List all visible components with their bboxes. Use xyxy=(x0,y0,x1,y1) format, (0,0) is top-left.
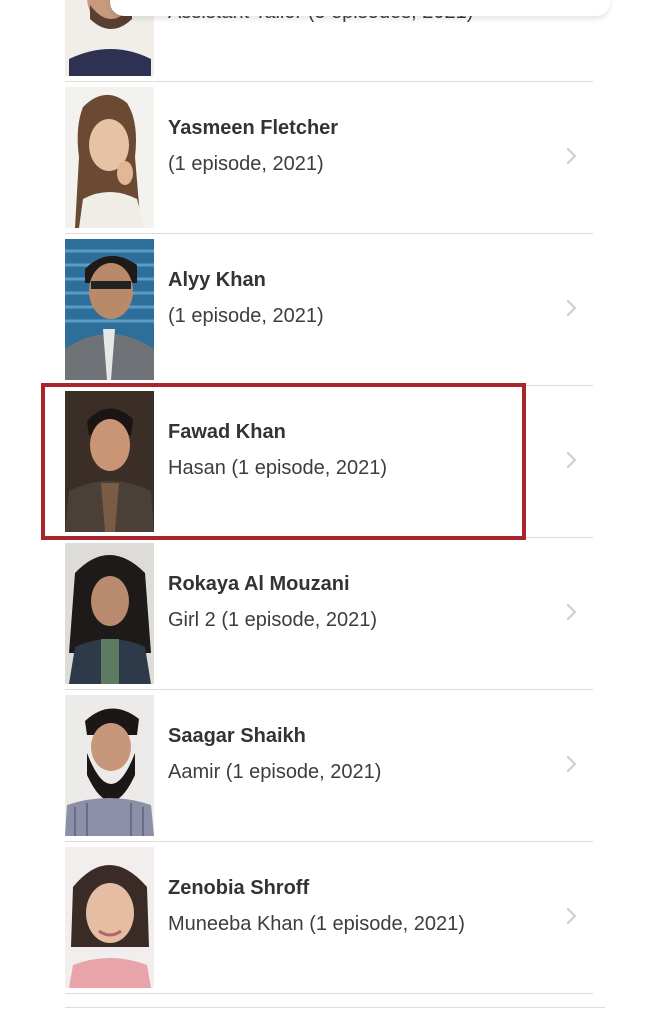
cast-list: Assistant Tailor (3 episodes, 2021) Yasm… xyxy=(65,0,593,994)
cast-role: (1 episode, 2021) xyxy=(168,153,324,175)
person-portrait-icon xyxy=(65,391,154,532)
cast-photo xyxy=(65,239,154,380)
cast-text: Rokaya Al Mouzani Girl 2 (1 episode, 202… xyxy=(168,538,548,690)
top-search-bar-edge xyxy=(110,0,610,16)
cast-name: Rokaya Al Mouzani xyxy=(168,573,350,595)
cast-text: Zenobia Shroff Muneeba Khan (1 episode, … xyxy=(168,842,548,994)
cast-role: Girl 2 (1 episode, 2021) xyxy=(168,609,378,631)
cast-row[interactable]: Alyy Khan (1 episode, 2021) xyxy=(65,234,593,386)
cast-photo xyxy=(65,391,154,532)
cast-name: Yasmeen Fletcher xyxy=(168,117,339,139)
cast-row[interactable]: Yasmeen Fletcher (1 episode, 2021) xyxy=(65,82,593,234)
cast-photo xyxy=(65,695,154,836)
cast-role: Aamir (1 episode, 2021) xyxy=(168,761,382,783)
person-portrait-icon xyxy=(65,239,154,380)
cast-row[interactable]: Saagar Shaikh Aamir (1 episode, 2021) xyxy=(65,690,593,842)
chevron-right-icon[interactable] xyxy=(565,754,579,774)
cast-name: Alyy Khan xyxy=(168,269,266,291)
chevron-right-icon[interactable] xyxy=(565,906,579,926)
cast-row-highlighted[interactable]: Fawad Khan Hasan (1 episode, 2021) xyxy=(65,386,593,538)
person-portrait-icon xyxy=(65,543,154,684)
cast-photo xyxy=(65,543,154,684)
cast-row[interactable]: Rokaya Al Mouzani Girl 2 (1 episode, 202… xyxy=(65,538,593,690)
cast-text: Yasmeen Fletcher (1 episode, 2021) xyxy=(168,82,548,234)
chevron-right-icon[interactable] xyxy=(565,298,579,318)
cast-text: Fawad Khan Hasan (1 episode, 2021) xyxy=(168,386,548,538)
cast-text: Saagar Shaikh Aamir (1 episode, 2021) xyxy=(168,690,548,842)
list-bottom-divider xyxy=(65,1007,605,1008)
person-portrait-icon xyxy=(65,847,154,988)
cast-row[interactable]: Zenobia Shroff Muneeba Khan (1 episode, … xyxy=(65,842,593,994)
cast-role: Muneeba Khan (1 episode, 2021) xyxy=(168,913,465,935)
cast-name: Zenobia Shroff xyxy=(168,877,310,899)
cast-photo xyxy=(65,87,154,228)
cast-list-page: Assistant Tailor (3 episodes, 2021) Yasm… xyxy=(0,0,670,1010)
chevron-right-icon[interactable] xyxy=(565,450,579,470)
cast-role: (1 episode, 2021) xyxy=(168,305,324,327)
cast-text: Alyy Khan (1 episode, 2021) xyxy=(168,234,548,386)
person-portrait-icon xyxy=(65,695,154,836)
chevron-right-icon[interactable] xyxy=(565,146,579,166)
chevron-right-icon[interactable] xyxy=(565,602,579,622)
cast-name: Saagar Shaikh xyxy=(168,725,306,747)
cast-role: Hasan (1 episode, 2021) xyxy=(168,457,388,479)
cast-photo xyxy=(65,847,154,988)
cast-name: Fawad Khan xyxy=(168,421,286,443)
person-portrait-icon xyxy=(65,87,154,228)
